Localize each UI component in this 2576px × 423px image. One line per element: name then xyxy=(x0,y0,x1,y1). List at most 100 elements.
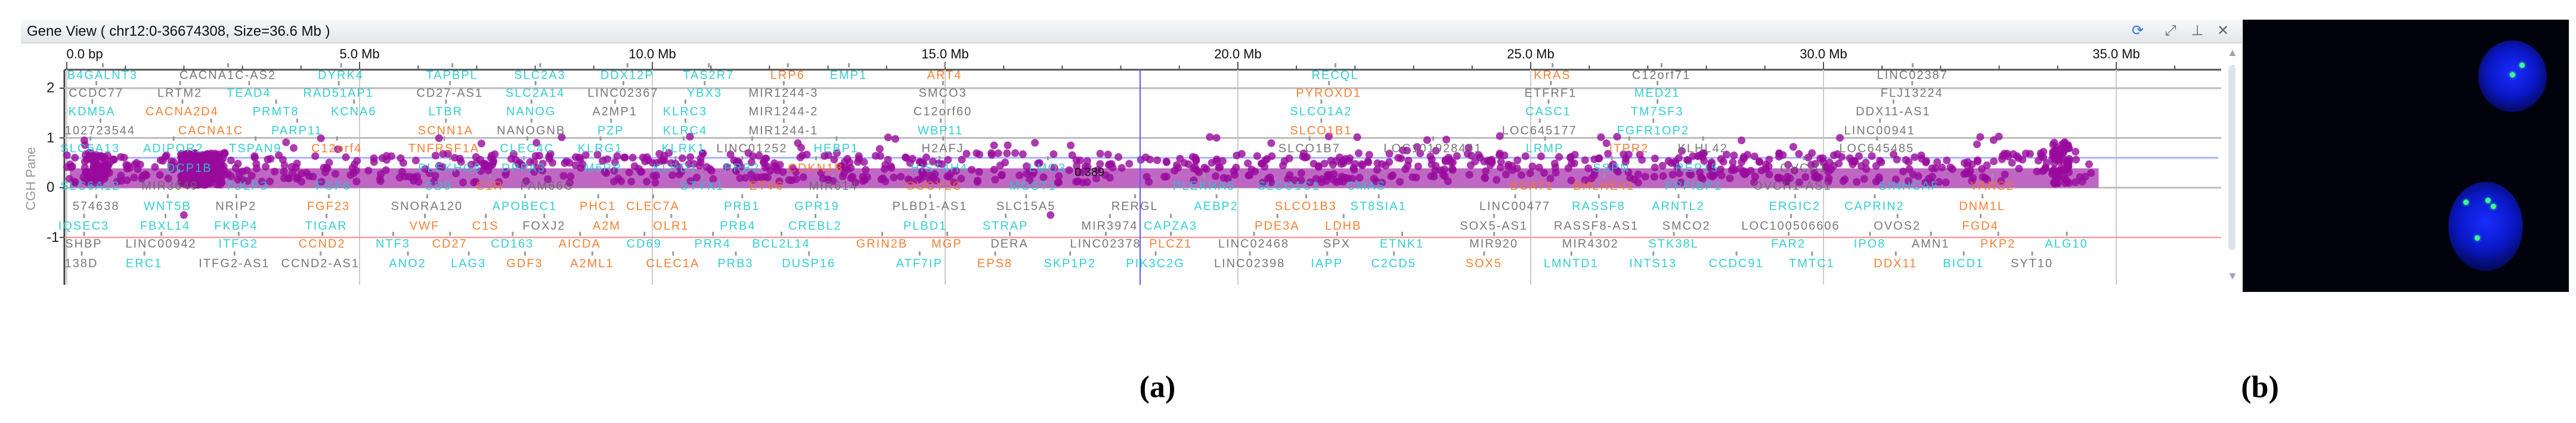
gene-label[interactable]: CLEC4C xyxy=(500,142,554,156)
gene-label[interactable]: C12orf4 xyxy=(311,142,362,156)
gene-label[interactable]: B4GALNT3 xyxy=(67,69,138,83)
gene-label[interactable]: BCAT1 xyxy=(1510,180,1553,194)
gene-label[interactable]: YARS2 xyxy=(1970,180,2014,194)
gene-label[interactable]: LTBR xyxy=(429,105,463,119)
refresh-icon[interactable]: ⟳ xyxy=(2129,22,2147,40)
gene-label[interactable]: TAPBPL xyxy=(426,69,478,83)
gene-label[interactable]: 574638 xyxy=(73,200,120,214)
gene-label[interactable]: LINC02378 xyxy=(1070,238,1141,251)
gene-label[interactable]: ANO2 xyxy=(389,257,426,271)
gene-label[interactable]: GUCY2C xyxy=(906,180,962,194)
gene-label[interactable]: CLEC1A xyxy=(646,257,699,271)
scroll-thumb[interactable] xyxy=(2228,66,2236,250)
gene-label[interactable]: PZP xyxy=(597,125,624,138)
gene-label[interactable]: TIGAR xyxy=(305,220,347,234)
gene-label[interactable]: PRB4 xyxy=(720,220,756,234)
gene-label[interactable]: PLBD1-AS1 xyxy=(893,200,968,214)
gene-label[interactable]: PKP2 xyxy=(1980,238,2015,251)
gene-label[interactable]: CCND2 xyxy=(299,238,346,251)
scroll-up-icon[interactable]: ▲ xyxy=(2227,46,2238,59)
gene-label[interactable]: CCND2-AS1 xyxy=(281,257,360,271)
gene-label[interactable]: STK38L xyxy=(1648,238,1698,251)
gene-label[interactable]: AEBP2 xyxy=(1194,200,1238,214)
gene-label[interactable]: SLCO1B1 xyxy=(1290,125,1352,138)
gene-label[interactable]: KCNA6 xyxy=(331,105,377,119)
gene-label[interactable]: MIR1244-1 xyxy=(748,125,818,138)
gene-label[interactable]: PDE3A xyxy=(1255,220,1300,234)
gene-label[interactable]: SINHCAF xyxy=(1878,180,1939,194)
gene-label[interactable]: LINC02367 xyxy=(587,87,658,101)
gene-label[interactable]: TM7SF3 xyxy=(1631,105,1684,119)
gene-label[interactable]: DUSP16 xyxy=(782,257,835,271)
gene-label[interactable]: PLBD1 xyxy=(903,220,947,234)
gene-label[interactable]: CASC1 xyxy=(1525,105,1571,119)
gene-label[interactable]: LOC645485 xyxy=(1839,142,1914,156)
gene-label[interactable]: BICD1 xyxy=(1943,257,1984,271)
gene-label[interactable]: ALG10 xyxy=(2045,238,2088,251)
gene-label[interactable]: LINC00477 xyxy=(1479,200,1550,214)
gene-label[interactable]: OVCH1 xyxy=(1780,162,1827,176)
gene-label[interactable]: FGF23 xyxy=(307,200,350,214)
gene-label[interactable]: CCDC91 xyxy=(1709,257,1764,271)
pin-icon[interactable]: ⊥ xyxy=(2188,22,2206,40)
gene-label[interactable]: C1S xyxy=(472,220,499,234)
gene-label[interactable]: ETNK1 xyxy=(1380,238,1424,251)
gene-label[interactable]: A2MP1 xyxy=(592,105,637,119)
gene-label[interactable]: FKBP4 xyxy=(214,220,258,234)
gene-label[interactable]: VWF xyxy=(410,220,439,234)
gene-label[interactable]: DDX12P xyxy=(600,69,654,83)
gene-label[interactable]: MIR3649 xyxy=(141,180,198,194)
gene-label[interactable]: LOC100506606 xyxy=(1741,220,1840,234)
gene-label[interactable]: CLEC7A xyxy=(626,200,680,214)
gene-label[interactable]: DERA xyxy=(990,238,1029,251)
gene-label[interactable]: WNT5B xyxy=(144,200,191,214)
gene-label[interactable]: CD163 xyxy=(491,238,534,251)
gene-label[interactable]: HIST4H4 xyxy=(911,162,968,176)
gene-label[interactable]: TNFRSF1A xyxy=(408,142,479,156)
gene-label[interactable]: PYROXD1 xyxy=(1296,87,1361,101)
gene-label[interactable]: YBX3 xyxy=(687,87,722,101)
gene-label[interactable]: KRAS xyxy=(1534,69,1571,83)
gene-label[interactable]: OVOS2 xyxy=(1874,220,1921,234)
gene-label[interactable]: H2AFJ xyxy=(922,142,964,156)
gene-label[interactable]: TULP3 xyxy=(225,180,268,194)
gene-label[interactable]: AMN1 xyxy=(1912,238,1950,251)
gene-label[interactable]: SLC2A14 xyxy=(506,87,565,101)
gene-label[interactable]: SOX5-AS1 xyxy=(1460,220,1528,234)
gene-label[interactable]: SLC6A13 xyxy=(60,142,120,156)
gene-label[interactable]: ADIPOR2 xyxy=(143,142,204,156)
gene-label[interactable]: SSPN xyxy=(1593,162,1630,176)
gene-label[interactable]: 138D xyxy=(65,257,98,271)
gene-label[interactable]: GRIN2B xyxy=(856,238,908,251)
gene-label[interactable]: ATF7IP xyxy=(896,257,943,271)
gene-label[interactable]: LMNTD1 xyxy=(1544,257,1599,271)
gene-label[interactable]: ITFG2 xyxy=(218,238,258,251)
gene-label[interactable]: LDHB xyxy=(1325,220,1361,234)
gene-label[interactable]: IPO8 xyxy=(1854,238,1886,251)
gene-label[interactable]: LRMP xyxy=(1526,142,1564,156)
gene-label[interactable]: ITPR2 xyxy=(1609,142,1649,156)
gene-label[interactable]: ART4 xyxy=(927,69,962,83)
gene-label[interactable]: FOXJ2 xyxy=(522,220,565,234)
gene-label[interactable]: FGFR1OP2 xyxy=(1617,125,1689,138)
gene-label[interactable]: SLC6A12 xyxy=(60,180,120,194)
gene-label[interactable]: FLJ13224 xyxy=(1881,87,1943,101)
gene-label[interactable]: GDF3 xyxy=(506,257,543,271)
gene-label[interactable]: DCP1B xyxy=(166,162,212,176)
gene-label[interactable]: PLEKHG6 xyxy=(418,162,481,176)
gene-label[interactable]: PPFIBP1 xyxy=(1665,180,1722,194)
gene-label[interactable]: NRIP2 xyxy=(215,200,256,214)
gene-label[interactable]: LRTM2 xyxy=(157,87,202,101)
gene-label[interactable]: RECQL xyxy=(1312,69,1359,83)
gene-label[interactable]: CAPRIN2 xyxy=(1844,200,1905,214)
gene-label[interactable]: TEAD4 xyxy=(227,87,271,101)
gene-label[interactable]: WBP11 xyxy=(918,125,963,138)
gene-label[interactable]: C12orf71 xyxy=(1632,69,1690,83)
gene-label[interactable]: LINC02398 xyxy=(1214,257,1285,271)
gene-label[interactable]: FGD4 xyxy=(1962,220,1999,234)
gene-label[interactable]: CAPZA3 xyxy=(1144,220,1197,234)
gene-label[interactable]: C1R xyxy=(476,180,503,194)
gene-label[interactable]: CMAS xyxy=(1346,180,1386,194)
gene-label[interactable]: C2CD5 xyxy=(1371,257,1416,271)
gene-label[interactable]: FBXL14 xyxy=(140,220,190,234)
